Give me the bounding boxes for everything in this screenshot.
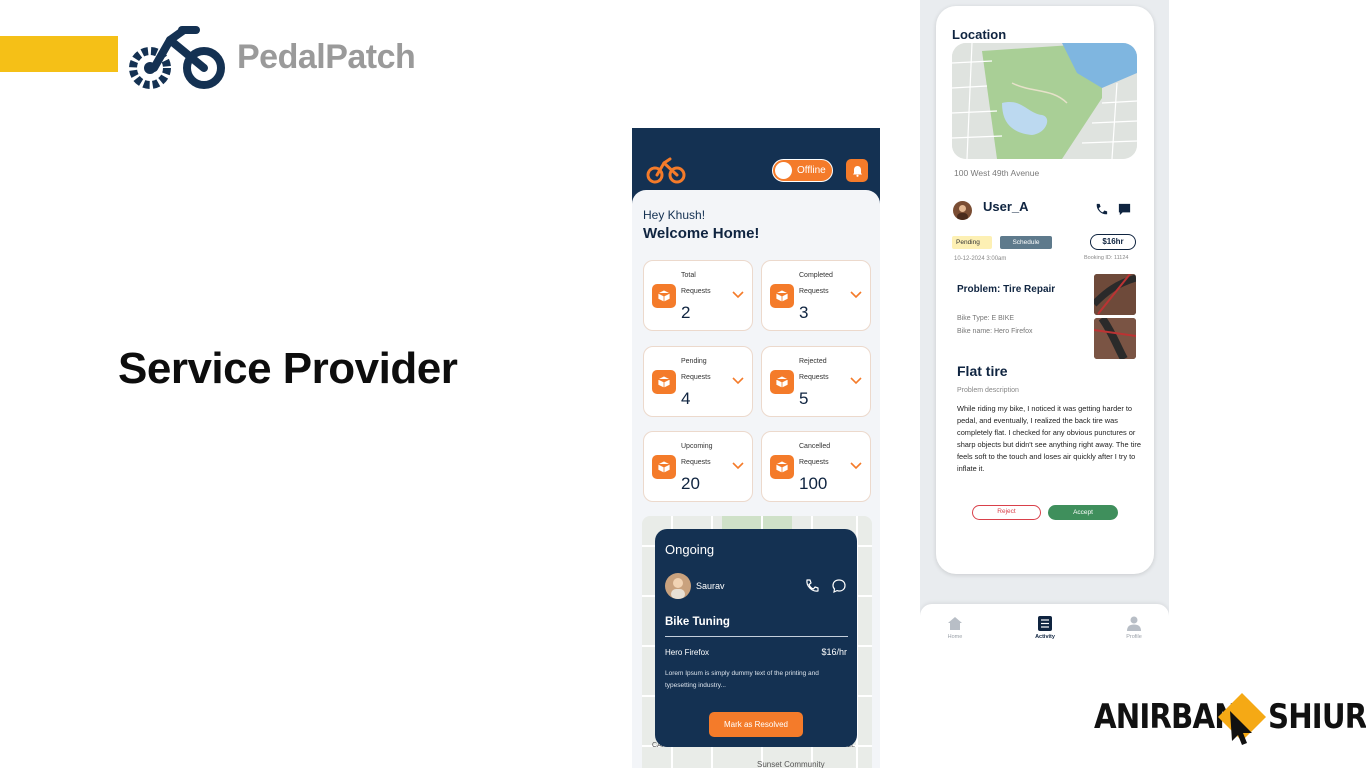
tab-home[interactable]: Home xyxy=(925,616,985,640)
brand-name: PedalPatch xyxy=(237,38,416,76)
box-icon xyxy=(770,284,794,308)
chevron-down-icon xyxy=(732,462,744,470)
stat-label: Total xyxy=(681,272,696,279)
stat-card-upcoming[interactable]: Upcoming Requests 20 xyxy=(643,431,753,502)
stat-label: Completed xyxy=(799,272,833,279)
box-icon xyxy=(652,284,676,308)
ongoing-description: Lorem Ipsum is simply dummy text of the … xyxy=(665,670,819,689)
status-badge: Pending xyxy=(952,236,992,249)
ongoing-title: Ongoing xyxy=(665,542,715,557)
chevron-down-icon xyxy=(850,377,862,385)
issue-title: Flat tire xyxy=(957,363,1008,379)
phone-icon[interactable] xyxy=(804,578,820,594)
divider xyxy=(665,636,848,637)
tire-photo[interactable] xyxy=(1094,318,1136,359)
bike-name: Bike name: Hero Firefox xyxy=(957,328,1033,335)
stat-label: Pending xyxy=(681,358,707,365)
stat-sublabel: Requests xyxy=(799,288,829,295)
booking-date: 10-12-2024 3:00am xyxy=(954,256,1007,262)
booking-id: Booking ID: 11124 xyxy=(1084,255,1129,261)
box-icon xyxy=(652,455,676,479)
box-icon xyxy=(770,370,794,394)
service-title: Bike Tuning xyxy=(665,616,730,628)
description-label: Problem description xyxy=(957,387,1019,394)
stat-sublabel: Requests xyxy=(799,374,829,381)
home-screen: Offline Hey Khush! Welcome Home! Total R… xyxy=(632,128,880,768)
stat-sublabel: Requests xyxy=(681,459,711,466)
location-title: Location xyxy=(952,27,1007,42)
avatar xyxy=(953,201,972,220)
rate: $16/hr xyxy=(821,647,847,657)
tab-label: Activity xyxy=(1035,634,1055,640)
location-map[interactable] xyxy=(952,43,1137,159)
rate-badge: $16hr xyxy=(1090,234,1136,250)
stat-card-rejected[interactable]: Rejected Requests 5 xyxy=(761,346,871,417)
stat-card-pending[interactable]: Pending Requests 4 xyxy=(643,346,753,417)
request-detail-screen: Location 100 West 49th Avenue User_A Pen… xyxy=(920,0,1169,657)
schedule-button[interactable]: Schedule xyxy=(1000,236,1052,249)
chevron-down-icon xyxy=(850,462,862,470)
stat-label: Upcoming xyxy=(681,443,713,450)
reject-button[interactable]: Reject xyxy=(972,505,1041,520)
pedalpatch-logo-icon xyxy=(129,26,225,89)
tab-label: Home xyxy=(947,634,963,640)
chevron-down-icon xyxy=(732,291,744,299)
stat-value: 4 xyxy=(681,389,691,408)
problem-title: Problem: Tire Repair xyxy=(957,284,1056,295)
bottom-tab-bar: Home Activity Profile xyxy=(920,604,1169,657)
toggle-knob xyxy=(775,162,792,179)
mark-resolved-button[interactable]: Mark as Resolved xyxy=(709,712,803,737)
avatar xyxy=(665,573,691,599)
customer-name: Saurav xyxy=(696,581,725,591)
tab-activity[interactable]: Activity xyxy=(1015,616,1075,640)
greeting: Hey Khush! xyxy=(643,208,706,222)
stat-value: 3 xyxy=(799,303,809,322)
tab-label: Profile xyxy=(1126,634,1142,640)
notifications-button[interactable] xyxy=(846,159,868,182)
stat-sublabel: Requests xyxy=(681,374,711,381)
online-toggle[interactable]: Offline xyxy=(772,159,833,182)
stat-card-total[interactable]: Total Requests 2 xyxy=(643,260,753,331)
stat-value: 5 xyxy=(799,389,809,408)
map-graphic xyxy=(952,43,1137,159)
chat-icon[interactable] xyxy=(831,578,847,594)
profile-icon xyxy=(1127,616,1141,631)
chevron-down-icon xyxy=(850,291,862,299)
accent-bar xyxy=(0,36,118,72)
tab-profile[interactable]: Profile xyxy=(1104,616,1164,640)
user-name: User_A xyxy=(983,199,1029,214)
hero-title: Service Provider xyxy=(118,344,458,393)
chevron-down-icon xyxy=(732,377,744,385)
box-icon xyxy=(652,370,676,394)
stat-card-cancelled[interactable]: Cancelled Requests 100 xyxy=(761,431,871,502)
bike-name: Hero Firefox xyxy=(665,648,710,657)
phone-icon[interactable] xyxy=(1094,202,1109,217)
cursor-logo-icon xyxy=(1218,693,1266,745)
stat-sublabel: Requests xyxy=(681,288,711,295)
toggle-label: Offline xyxy=(797,165,826,176)
accept-button[interactable]: Accept xyxy=(1048,505,1118,520)
problem-description: While riding my bike, I noticed it was g… xyxy=(957,404,1141,473)
welcome-heading: Welcome Home! xyxy=(643,225,760,242)
chat-icon[interactable] xyxy=(1117,202,1132,217)
author-name-right: SHIUR xyxy=(1268,697,1366,737)
activity-icon xyxy=(1038,616,1052,631)
stat-label: Cancelled xyxy=(799,443,831,450)
stat-label: Rejected xyxy=(799,358,827,365)
home-icon xyxy=(948,617,962,630)
ongoing-card[interactable]: Ongoing Saurav Bike Tuning Hero Firefox … xyxy=(655,529,857,747)
app-logo-icon xyxy=(646,157,686,184)
stat-value: 2 xyxy=(681,303,691,322)
box-icon xyxy=(770,455,794,479)
stat-sublabel: Requests xyxy=(799,459,829,466)
stat-value: 20 xyxy=(681,474,700,493)
stat-value: 100 xyxy=(799,474,828,493)
map-label: Sunset Community xyxy=(757,760,825,768)
bell-icon xyxy=(852,165,862,177)
stat-card-completed[interactable]: Completed Requests 3 xyxy=(761,260,871,331)
bike-type: Bike Type: E BIKE xyxy=(957,315,1015,322)
tire-photo[interactable] xyxy=(1094,274,1136,315)
request-detail-card: Location 100 West 49th Avenue User_A Pen… xyxy=(936,6,1154,574)
address: 100 West 49th Avenue xyxy=(954,168,1040,178)
